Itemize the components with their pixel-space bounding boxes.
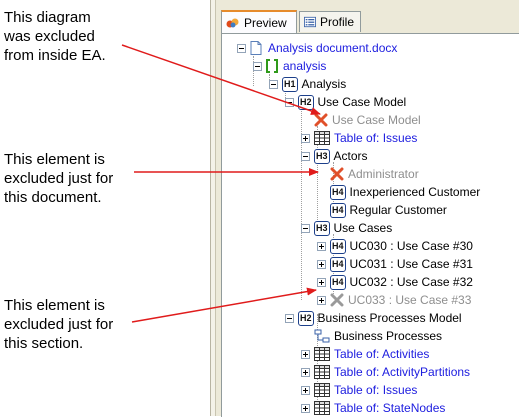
panel-edge [211,0,216,416]
tree-node-h4-inexperienced-customer[interactable]: H4 Inexperienced Customer [317,183,480,201]
tab-profile[interactable]: Profile [299,11,361,32]
tab-profile-label: Profile [319,15,354,29]
tree-node-table-statenodes[interactable]: Table of: StateNodes [301,399,445,417]
table-icon [314,365,330,379]
tree-node-h3-actors[interactable]: H3 Actors [301,147,368,165]
tree-node-h2-use-case-model[interactable]: H2 Use Case Model [285,93,406,111]
heading-level-badge: H1 [282,76,298,92]
bracket-package-icon [266,59,278,73]
tree-node-label: UC031 : Use Case #31 [349,257,473,271]
excluded-x-icon [330,167,344,181]
heading-level-badge: H2 [298,310,314,326]
tree-node-administrator[interactable]: Administrator [317,165,419,183]
expand-toggle[interactable] [301,133,310,143]
tree-node-label: Analysis [301,77,347,91]
table-icon [314,383,330,397]
expand-toggle[interactable] [301,403,310,413]
tree-node-label: Regular Customer [349,203,447,217]
tree-node-label: Use Case Model [317,95,407,109]
expand-toggle[interactable] [301,367,310,377]
table-icon [314,131,330,145]
tree-node-label: Business Processes [334,329,443,343]
tab-preview[interactable]: Preview [221,10,297,33]
tree-node-label: Use Case Model [332,113,421,127]
tree-node-label: UC030 : Use Case #30 [349,239,473,253]
annotation-element-excluded-section: This element is excluded just for this s… [4,297,114,352]
table-icon [314,401,330,415]
tree-node-h3-use-cases[interactable]: H3 Use Cases [301,219,392,237]
heading-level-badge: H4 [330,238,346,254]
tree-node-uc031[interactable]: H4 UC031 : Use Case #31 [317,255,473,273]
tree-node-h4-regular-customer[interactable]: H4 Regular Customer [317,201,447,219]
annotation-element-excluded-document: This element is excluded just for this d… [4,151,114,206]
expand-toggle[interactable] [317,241,326,251]
heading-level-badge: H3 [314,148,330,164]
tree-node-label: Table of: Issues [334,131,418,145]
expand-toggle[interactable] [301,385,310,395]
tree-node-label: Analysis document.docx [268,41,398,55]
profile-list-icon [304,16,316,28]
collapse-toggle[interactable] [269,79,278,89]
tree-node-use-case-model-diagram[interactable]: Use Case Model [301,111,421,129]
tree-node-table-activity-partitions[interactable]: Table of: ActivityPartitions [301,363,470,381]
tree-node-label: Inexperienced Customer [349,185,481,199]
diagram-icon [314,329,330,343]
tree-node-label: Business Processes Model [317,311,462,325]
expand-toggle[interactable] [317,259,326,269]
tree-node-table-issues-2[interactable]: Table of: Issues [301,381,417,399]
tree-node-label: Use Cases [333,221,393,235]
tree-node-uc032[interactable]: H4 UC032 : Use Case #32 [317,273,473,291]
tree-node-table-activities[interactable]: Table of: Activities [301,345,429,363]
tree-node-label: Table of: Issues [334,383,418,397]
expand-toggle[interactable] [317,277,326,287]
excluded-gray-x-icon [330,293,344,307]
tree-node-label: Table of: Activities [334,347,430,361]
document-file-icon [250,41,262,55]
table-icon [314,347,330,361]
tree-node-label: Administrator [348,167,419,181]
tree-node-uc033[interactable]: UC033 : Use Case #33 [317,291,471,309]
tree-node-business-processes[interactable]: Business Processes [301,327,442,345]
tree-node-label: analysis [283,59,327,73]
tree-node-table-issues[interactable]: Table of: Issues [301,129,417,147]
heading-level-badge: H2 [298,94,314,110]
heading-level-badge: H4 [330,256,346,272]
collapse-toggle[interactable] [301,151,310,161]
heading-level-badge: H4 [330,274,346,290]
preview-icon [226,18,239,27]
tree-node-uc030[interactable]: H4 UC030 : Use Case #30 [317,237,473,255]
collapse-toggle[interactable] [237,43,246,53]
annotation-diagram-excluded: This diagram was excluded from inside EA… [4,9,106,64]
tree-node-label: Table of: ActivityPartitions [334,365,471,379]
tree-node-analysis-package[interactable]: analysis [253,57,326,75]
preview-content: Analysis document.docx analysis H1 Analy… [221,33,519,417]
tree-node-label: UC033 : Use Case #33 [348,293,472,307]
excluded-x-icon [314,113,328,127]
heading-level-badge: H3 [314,220,330,236]
document-tree: Analysis document.docx analysis H1 Analy… [222,34,519,417]
tree-node-document[interactable]: Analysis document.docx [237,39,397,57]
tree-node-h1-analysis[interactable]: H1 Analysis [269,75,346,93]
tree-node-label: UC032 : Use Case #32 [349,275,473,289]
heading-level-badge: H4 [330,184,346,200]
expand-toggle[interactable] [317,295,326,305]
tab-preview-label: Preview [244,15,287,30]
expand-toggle[interactable] [301,349,310,359]
collapse-toggle[interactable] [301,223,310,233]
tree-node-label: Actors [333,149,368,163]
collapse-toggle[interactable] [285,313,294,323]
heading-level-badge: H4 [330,202,346,218]
document-panel: Preview Profile Analysis document.docx a… [210,0,519,417]
tree-node-h2-business-processes-model[interactable]: H2 Business Processes Model [285,309,462,327]
tree-node-label: Table of: StateNodes [334,401,446,415]
collapse-toggle[interactable] [253,61,262,71]
collapse-toggle[interactable] [285,97,294,107]
